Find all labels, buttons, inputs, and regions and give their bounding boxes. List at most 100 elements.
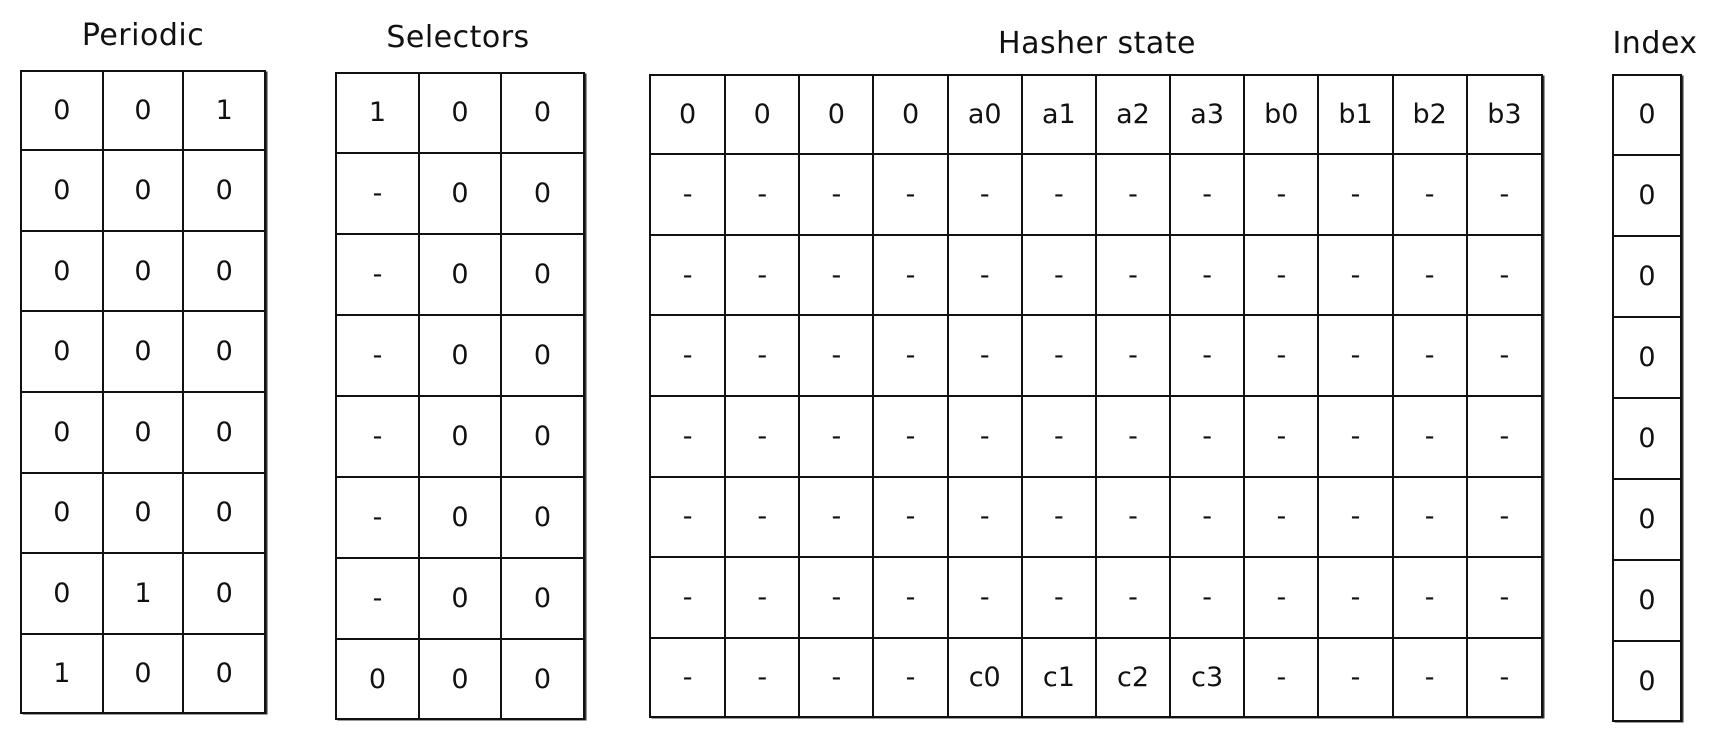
selectors-cell: 0 [500, 74, 583, 154]
periodic-table: 001000000000000000010100 [22, 72, 264, 712]
periodic-cell: 0 [101, 632, 185, 712]
periodic-row: 001 [22, 72, 264, 152]
selectors-cell: - [337, 557, 420, 641]
hasher-cell: - [1317, 233, 1394, 317]
hasher-cell: - [1020, 475, 1097, 559]
hasher-cell: - [1094, 475, 1172, 559]
hasher-cell: a2 [1094, 76, 1172, 156]
hasher-cell: - [1169, 394, 1246, 478]
hasher-cell: - [1391, 636, 1468, 716]
index-cell: 0 [1614, 153, 1680, 237]
hasher-cell: b0 [1243, 76, 1320, 156]
hasher-cell: - [946, 475, 1023, 559]
hasher-cell: - [1169, 556, 1246, 639]
hasher-cell: b3 [1465, 76, 1541, 156]
hasher-state-panel: Hasher state 0 0 0 0 a0 a1 a2 a3 b0 b1 b2 b3- - - - - - -… [647, 26, 1547, 726]
hasher-cell: - [872, 556, 949, 639]
index-grid: 00000000 [1612, 74, 1682, 722]
hasher-cell: - [798, 314, 875, 397]
index-row: 0 [1614, 640, 1680, 720]
hasher-state-grid: 0 0 0 0 a0 a1 a2 a3 b0 b1 b2 b3- - - - - - - - - - - - - - - - - - - -… [649, 74, 1543, 718]
periodic-cell: 0 [22, 229, 104, 313]
hasher-cell: - [798, 475, 875, 559]
hasher-cell: - [1465, 475, 1541, 559]
hasher-cell: - [1094, 394, 1172, 478]
selectors-cell: 0 [500, 232, 583, 316]
selectors-cell: - [337, 476, 420, 560]
periodic-cell: 0 [182, 632, 264, 712]
index-row: 0 [1614, 478, 1680, 562]
periodic-cell: 1 [22, 632, 104, 712]
selectors-cell: 0 [500, 476, 583, 560]
hasher-cell: c2 [1094, 636, 1172, 716]
hasher-cell: - [1243, 233, 1320, 317]
periodic-row: 000 [22, 390, 264, 474]
periodic-cell: 0 [22, 552, 104, 635]
hasher-cell: c0 [946, 636, 1023, 716]
periodic-cell: 0 [22, 310, 104, 393]
periodic-cell: 0 [101, 229, 185, 313]
hasher-cell: - [946, 233, 1023, 317]
periodic-cell: 0 [22, 149, 104, 232]
periodic-row: 000 [22, 229, 264, 313]
hasher-cell: - [798, 636, 875, 716]
hasher-cell: - [1465, 314, 1541, 397]
selectors-cell: 0 [418, 557, 502, 641]
periodic-cell: 0 [22, 471, 104, 555]
hasher-cell: - [1391, 394, 1468, 478]
hasher-cell: - [724, 556, 801, 639]
hasher-row: - - - - c0 c1 c2 c3- - - - [651, 636, 1541, 716]
selectors-row: -00 [337, 476, 583, 560]
periodic-cell: 0 [182, 229, 264, 313]
hasher-row: ------------ [651, 314, 1541, 397]
selectors-cell: 0 [337, 638, 420, 718]
hasher-cell: - [946, 314, 1023, 397]
selectors-cell: - [337, 232, 420, 316]
hasher-cell: - [1243, 475, 1320, 559]
hasher-cell: - [872, 636, 949, 716]
hasher-cell: - [724, 233, 801, 317]
periodic-row: 000 [22, 471, 264, 555]
hasher-row: ------------ [651, 475, 1541, 559]
hasher-cell: - [724, 314, 801, 397]
periodic-title: Periodic [81, 18, 205, 53]
hasher-cell: - [1020, 233, 1097, 317]
hasher-cell: - [1391, 475, 1468, 559]
hasher-cell: - [724, 394, 801, 478]
hasher-cell: - [1169, 314, 1246, 397]
selectors-cell: 0 [418, 313, 502, 397]
periodic-cell: 1 [182, 72, 264, 152]
selectors-cell: - [337, 151, 420, 235]
selectors-panel: Selectors 100-00-00-00-00-00-00000 [333, 20, 585, 720]
selectors-grid: 100-00-00-00-00-00-00000 [335, 72, 585, 720]
periodic-panel: Periodic 001000000000000000010100 [18, 18, 268, 718]
hasher-cell: - [1243, 394, 1320, 478]
hasher-cell: - [1317, 394, 1394, 478]
hasher-cell: 0 [872, 76, 949, 156]
selectors-cell: - [337, 313, 420, 397]
selectors-cell: 0 [500, 394, 583, 479]
hasher-row: 0 0 0 0 a0 a1 a2 a3 b0 b1 b2 b3 [651, 76, 1541, 156]
hasher-state-title: Hasher state [998, 26, 1196, 61]
hasher-cell: - [1094, 556, 1172, 639]
selectors-cell: 0 [418, 476, 502, 560]
hasher-cell: a3 [1169, 76, 1246, 156]
hasher-cell: - [1317, 475, 1394, 559]
hasher-cell: - [872, 153, 949, 236]
hasher-cell: - [651, 394, 727, 478]
index-row: 0 [1614, 315, 1680, 399]
hasher-cell: - [1465, 153, 1541, 236]
hasher-cell: - [1465, 394, 1541, 478]
periodic-cell: 0 [101, 149, 185, 232]
selectors-cell: 0 [418, 74, 502, 154]
hasher-cell: - [724, 475, 801, 559]
periodic-row: 010 [22, 552, 264, 635]
hasher-cell: - [798, 394, 875, 478]
hasher-cell: c3 [1169, 636, 1246, 716]
hasher-cell: - [798, 153, 875, 236]
selectors-cell: 0 [500, 638, 583, 718]
selectors-cell: - [337, 394, 420, 479]
periodic-cell: 0 [22, 72, 104, 152]
selectors-cell: 0 [418, 394, 502, 479]
index-cell: 0 [1614, 234, 1680, 318]
